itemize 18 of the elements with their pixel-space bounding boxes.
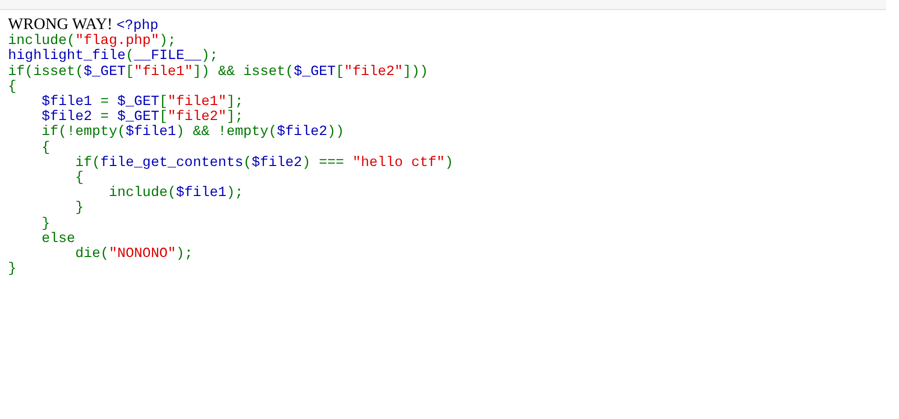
code-line: $file1 = $_GET["file1"]; — [40, 95, 244, 110]
code-line: highlight_file(__FILE__); — [8, 49, 218, 64]
code-line: include("flag.php"); — [8, 34, 176, 50]
code-line: if(isset($_GET["file1"]) && isset($_GET["file2"])) — [8, 64, 428, 80]
code-line: include($file1); — [108, 186, 244, 202]
code-line: die("NONONO"); — [74, 247, 193, 262]
code-line: else — [40, 232, 76, 248]
code-line: { — [40, 140, 50, 156]
code-line: { — [8, 80, 16, 96]
code-line: if(file_get_contents($file2) === "hello ctf") — [74, 156, 454, 171]
message-text: WRONG WAY! — [8, 17, 114, 32]
code-line: } — [8, 262, 16, 278]
code-line: } — [40, 216, 50, 232]
code-line: { — [74, 171, 84, 186]
code-line: } — [74, 201, 84, 217]
code-line: $file2 = $_GET["file2"]; — [40, 110, 244, 126]
code-line: if(!empty($file1) && !empty($file2)) — [40, 125, 344, 140]
code-line: <?php — [116, 19, 158, 34]
